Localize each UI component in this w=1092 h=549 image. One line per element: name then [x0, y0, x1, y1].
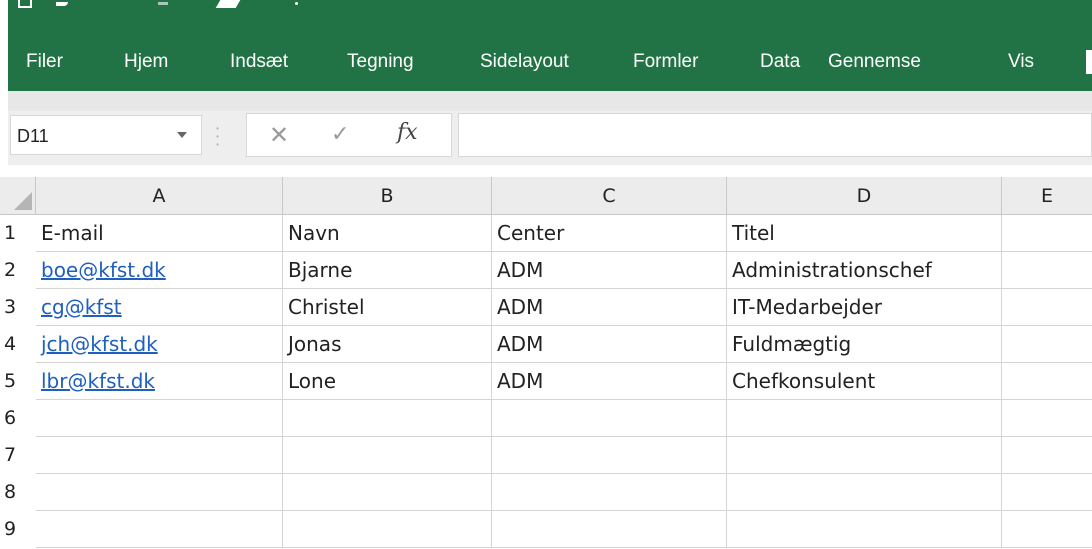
- cell-b9[interactable]: [283, 511, 492, 548]
- row-header-3[interactable]: 3: [0, 289, 36, 326]
- cell-e7[interactable]: [1002, 437, 1092, 474]
- customize-toolbar-icon[interactable]: [295, 2, 298, 5]
- cell-d2[interactable]: Administrationschef: [727, 252, 1002, 289]
- row-header-8[interactable]: 8: [0, 474, 36, 511]
- undo-icon[interactable]: [56, 2, 68, 6]
- name-box[interactable]: D11: [10, 115, 202, 155]
- cell-d5[interactable]: Chefkonsulent: [727, 363, 1002, 400]
- email-link[interactable]: lbr@kfst.dk: [41, 369, 155, 393]
- cancel-icon[interactable]: ✕: [269, 121, 289, 149]
- email-link[interactable]: boe@kfst.dk: [41, 258, 166, 282]
- name-box-value: D11: [17, 126, 49, 146]
- cell-b3[interactable]: Christel: [283, 289, 492, 326]
- cell-a8[interactable]: [36, 474, 283, 511]
- cell-e1[interactable]: [1002, 215, 1092, 252]
- ribbon-content-strip: [8, 91, 1092, 111]
- cell-a4[interactable]: jch@kfst.dk: [36, 326, 283, 363]
- row-header-9[interactable]: 9: [0, 511, 36, 548]
- cell-a7[interactable]: [36, 437, 283, 474]
- redo-icon[interactable]: [158, 2, 168, 5]
- tab-filer[interactable]: Filer: [26, 52, 63, 72]
- formula-bar: D11 · · · ✕ ✓ fx: [8, 111, 1092, 165]
- cell-e5[interactable]: [1002, 363, 1092, 400]
- email-link[interactable]: jch@kfst.dk: [41, 332, 158, 356]
- column-header-c[interactable]: C: [492, 177, 727, 215]
- cell-e3[interactable]: [1002, 289, 1092, 326]
- cell-c8[interactable]: [492, 474, 727, 511]
- row-header-1[interactable]: 1: [0, 215, 36, 252]
- cell-b7[interactable]: [283, 437, 492, 474]
- cell-d8[interactable]: [727, 474, 1002, 511]
- cell-e8[interactable]: [1002, 474, 1092, 511]
- formula-input[interactable]: [458, 113, 1092, 157]
- row-header-6[interactable]: 6: [0, 400, 36, 437]
- tab-indsaet[interactable]: Indsæt: [230, 52, 288, 72]
- save-icon[interactable]: [18, 0, 32, 8]
- format-painter-icon[interactable]: [215, 0, 241, 8]
- tab-vis[interactable]: Vis: [1008, 52, 1034, 72]
- tab-tegning[interactable]: Tegning: [347, 52, 414, 72]
- check-icon[interactable]: ✓: [331, 122, 349, 147]
- row-header-2[interactable]: 2: [0, 252, 36, 289]
- tab-overflow-edge: [1086, 50, 1092, 74]
- tab-hjem[interactable]: Hjem: [124, 52, 168, 72]
- cell-d3[interactable]: IT-Medarbejder: [727, 289, 1002, 326]
- cell-b2[interactable]: Bjarne: [283, 252, 492, 289]
- ribbon-tab-bar: Filer Hjem Indsæt Tegning Sidelayout For…: [8, 12, 1092, 91]
- splitter-handle-icon[interactable]: · · ·: [215, 121, 220, 153]
- cell-d4[interactable]: Fuldmægtig: [727, 326, 1002, 363]
- cell-c9[interactable]: [492, 511, 727, 548]
- cell-c5[interactable]: ADM: [492, 363, 727, 400]
- email-link[interactable]: cg@kfst: [41, 295, 122, 319]
- column-header-e[interactable]: E: [1002, 177, 1092, 215]
- formula-buttons: ✕ ✓ fx: [246, 113, 452, 157]
- cell-b8[interactable]: [283, 474, 492, 511]
- cell-c2[interactable]: ADM: [492, 252, 727, 289]
- column-header-b[interactable]: B: [283, 177, 492, 215]
- cell-a1[interactable]: E-mail: [36, 215, 283, 252]
- column-header-a[interactable]: A: [36, 177, 283, 215]
- cell-c1[interactable]: Center: [492, 215, 727, 252]
- cell-b5[interactable]: Lone: [283, 363, 492, 400]
- cell-c3[interactable]: ADM: [492, 289, 727, 326]
- chevron-down-icon[interactable]: [177, 132, 187, 138]
- select-all-triangle-icon: [14, 192, 32, 210]
- worksheet-grid: A B C D E 1 E-mail Navn Center Titel 2 b…: [0, 177, 1092, 549]
- cell-e9[interactable]: [1002, 511, 1092, 548]
- cell-c4[interactable]: ADM: [492, 326, 727, 363]
- tab-formler[interactable]: Formler: [633, 52, 698, 72]
- cell-b6[interactable]: [283, 400, 492, 437]
- cell-a5[interactable]: lbr@kfst.dk: [36, 363, 283, 400]
- cell-b1[interactable]: Navn: [283, 215, 492, 252]
- row-header-5[interactable]: 5: [0, 363, 36, 400]
- select-all-button[interactable]: [0, 177, 36, 215]
- cell-c6[interactable]: [492, 400, 727, 437]
- cell-c7[interactable]: [492, 437, 727, 474]
- cell-e2[interactable]: [1002, 252, 1092, 289]
- cell-e6[interactable]: [1002, 400, 1092, 437]
- row-header-4[interactable]: 4: [0, 326, 36, 363]
- cell-a2[interactable]: boe@kfst.dk: [36, 252, 283, 289]
- row-header-7[interactable]: 7: [0, 437, 36, 474]
- cell-d9[interactable]: [727, 511, 1002, 548]
- cell-d7[interactable]: [727, 437, 1002, 474]
- cell-a6[interactable]: [36, 400, 283, 437]
- cell-d6[interactable]: [727, 400, 1002, 437]
- quick-access-toolbar: [8, 0, 1092, 12]
- cell-a9[interactable]: [36, 511, 283, 548]
- cell-d1[interactable]: Titel: [727, 215, 1002, 252]
- cell-e4[interactable]: [1002, 326, 1092, 363]
- insert-function-icon[interactable]: fx: [397, 120, 418, 145]
- tab-data[interactable]: Data: [760, 52, 800, 72]
- tab-gennemse[interactable]: Gennemse: [828, 52, 921, 72]
- cell-a3[interactable]: cg@kfst: [36, 289, 283, 326]
- tab-sidelayout[interactable]: Sidelayout: [480, 52, 569, 72]
- column-header-d[interactable]: D: [727, 177, 1002, 215]
- cell-b4[interactable]: Jonas: [283, 326, 492, 363]
